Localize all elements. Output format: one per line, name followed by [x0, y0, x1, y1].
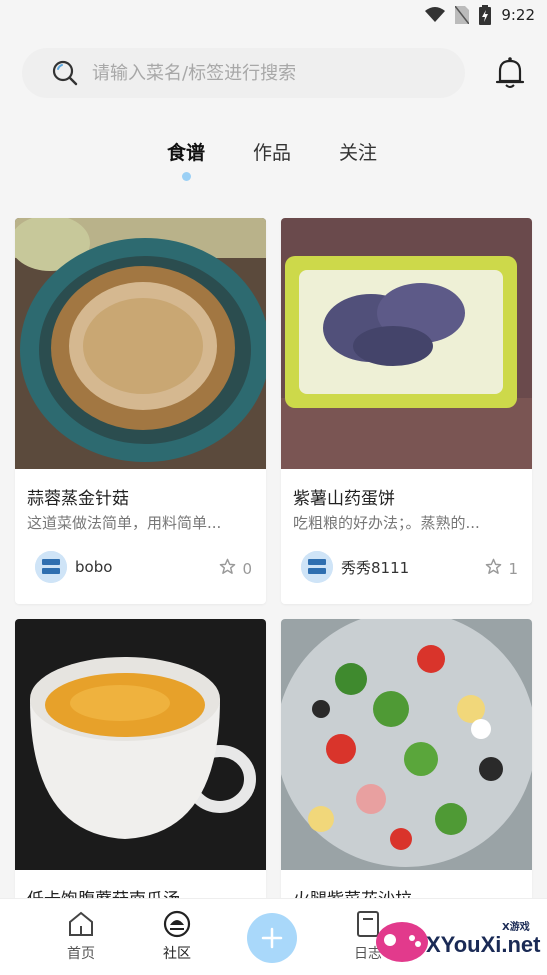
avatar — [301, 551, 333, 583]
recipe-author[interactable]: 秀秀8111 — [301, 551, 409, 583]
wifi-icon — [425, 7, 446, 23]
clock-time: 9:22 — [501, 6, 535, 24]
recipe-card[interactable]: 低卡饱腹蘑菇南瓜汤 — [15, 619, 266, 919]
tab-works[interactable]: 作品 — [253, 138, 291, 165]
watermark-brand: XYouXi.net — [426, 932, 541, 957]
favorite-count[interactable]: 1 — [485, 558, 518, 579]
recipe-author[interactable]: bobo — [35, 551, 112, 583]
avatar-logo-icon — [35, 551, 67, 583]
avatar-logo-icon — [301, 551, 333, 583]
watermark-tag: X游戏 — [502, 922, 530, 933]
recipe-description: 这道菜做法简单，用料简单... — [27, 514, 222, 532]
active-tab-indicator — [182, 172, 191, 181]
recipe-description: 吃粗粮的好办法；。蒸熟的... — [293, 514, 480, 532]
star-icon — [219, 558, 236, 579]
recipe-card[interactable]: 紫薯山药蛋饼 吃粗粮的好办法；。蒸熟的... 秀秀8111 1 — [281, 218, 532, 604]
author-name: bobo — [75, 558, 113, 576]
recipe-card[interactable]: 火腿紫菜花沙拉 — [281, 619, 532, 919]
tab-bar: 食谱 作品 关注 — [0, 138, 547, 188]
nav-home-label: 首页 — [67, 946, 95, 962]
search-input[interactable] — [90, 61, 434, 85]
recipe-title: 蒜蓉蒸金针菇 — [27, 489, 129, 509]
recipe-title: 紫薯山药蛋饼 — [293, 489, 395, 509]
recipe-photo — [15, 218, 266, 469]
favorite-count-value: 1 — [508, 559, 518, 578]
no-sim-icon — [455, 6, 470, 24]
recipe-photo — [15, 619, 266, 870]
plus-icon — [261, 927, 283, 949]
recipe-photo — [281, 619, 532, 870]
search-row — [0, 40, 547, 106]
nav-community[interactable]: 社区 — [147, 909, 207, 963]
recipe-card[interactable]: 蒜蓉蒸金针菇 这道菜做法简单，用料简单... bobo 0 — [15, 218, 266, 604]
avatar — [35, 551, 67, 583]
search-icon — [52, 60, 78, 86]
site-watermark: X游戏 XYouXi.net — [372, 898, 547, 974]
community-icon — [147, 909, 207, 939]
star-icon — [485, 558, 502, 579]
tab-following[interactable]: 关注 — [339, 138, 377, 165]
recipe-photo — [281, 218, 532, 469]
home-icon — [51, 909, 111, 939]
author-name: 秀秀8111 — [341, 558, 410, 577]
status-bar: 9:22 — [0, 0, 547, 30]
tab-recipes[interactable]: 食谱 — [167, 138, 205, 165]
add-post-button[interactable] — [247, 913, 297, 963]
favorite-count[interactable]: 0 — [219, 558, 252, 579]
gamepad-logo-icon — [376, 922, 428, 962]
nav-community-label: 社区 — [163, 946, 191, 962]
bell-icon[interactable] — [494, 56, 526, 90]
battery-icon — [479, 5, 492, 25]
search-bar[interactable] — [22, 48, 465, 98]
nav-home[interactable]: 首页 — [51, 909, 111, 963]
favorite-count-value: 0 — [242, 559, 252, 578]
